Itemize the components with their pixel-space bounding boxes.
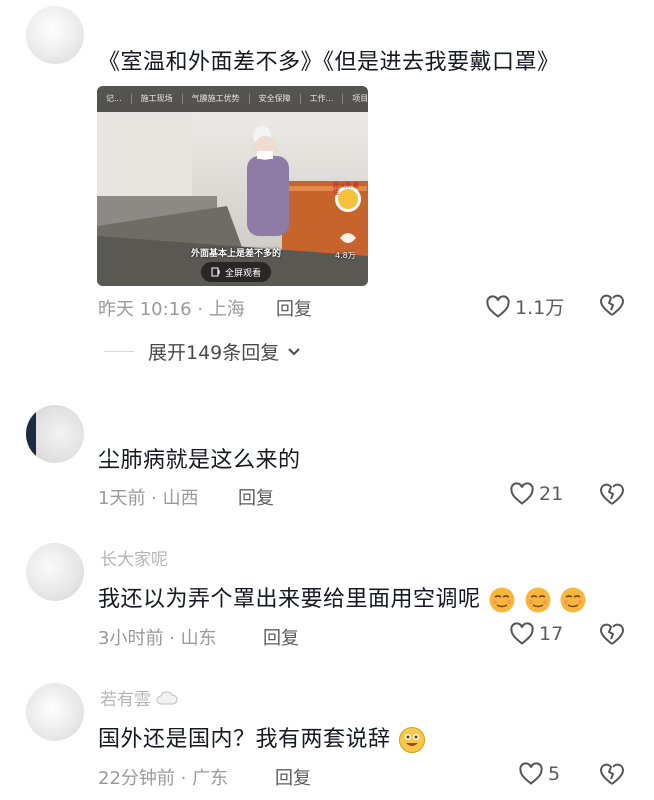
avatar[interactable]: [26, 405, 84, 463]
broken-heart-icon[interactable]: [598, 292, 626, 318]
like-count: 17: [539, 623, 564, 645]
reply-button[interactable]: 回复: [238, 484, 274, 510]
reply-button[interactable]: 回复: [275, 764, 311, 790]
comment-text-body: 我还以为弄个罩出来要给里面用空调呢: [98, 587, 481, 612]
smile-emoji-icon: [399, 727, 426, 753]
broken-heart-icon[interactable]: [598, 481, 626, 507]
like-count: 21: [539, 483, 564, 505]
video-tab[interactable]: 项目进展: [343, 94, 368, 104]
comment-meta: 3小时前 · 山东: [98, 628, 217, 649]
avatar[interactable]: [26, 6, 84, 64]
video-tab-bar: 记... 施工现场 气膜施工优势 安全保障 工作... 项目进展: [97, 86, 368, 112]
broken-heart-icon[interactable]: [598, 761, 626, 787]
cloud-emoji-icon: [156, 690, 178, 704]
heart-icon: [510, 622, 534, 645]
fullscreen-icon: [211, 267, 220, 277]
like-count: 1.1万: [515, 297, 565, 319]
divider: [104, 351, 134, 352]
video-like-count: 4.8万: [335, 251, 356, 260]
reply-button[interactable]: 回复: [263, 624, 299, 650]
comment-text: 《室温和外面差不多》《但是进去我要戴口罩》: [98, 50, 560, 75]
comment-meta: 22分钟前 · 广东: [98, 768, 229, 789]
avatar-dark-edge: [26, 405, 36, 463]
username[interactable]: 长大家呢: [100, 545, 168, 570]
like-button[interactable]: 5: [518, 762, 560, 786]
video-tab[interactable]: 工作...: [301, 94, 344, 104]
heart-icon: [510, 482, 534, 505]
video-tab[interactable]: 安全保障: [250, 94, 301, 104]
fullscreen-label: 全屏观看: [225, 268, 262, 279]
comment-text: 我还以为弄个罩出来要给里面用空调呢: [98, 581, 587, 614]
heart-icon: [486, 294, 510, 318]
comment-text-body: 国外还是国内？我有两套说辞: [98, 727, 391, 752]
broken-heart-icon[interactable]: [598, 621, 626, 647]
smirk-emoji-icon: [560, 587, 586, 613]
video-tab[interactable]: 施工现场: [132, 94, 183, 104]
video-thumbnail[interactable]: 记... 施工现场 气膜施工优势 安全保障 工作... 项目进展 超火热 最佳 …: [97, 86, 368, 286]
comment-meta: 昨天 10:16 · 上海: [98, 299, 245, 320]
smirk-emoji-icon: [525, 587, 551, 613]
comment-text: 国外还是国内？我有两套说辞: [98, 721, 426, 754]
like-button[interactable]: 21: [509, 482, 563, 506]
expand-label: 展开149条回复: [148, 342, 280, 364]
comment-text: 尘肺病就是这么来的: [98, 448, 301, 473]
reply-button[interactable]: 回复: [276, 295, 312, 321]
video-tab[interactable]: 记...: [97, 94, 132, 104]
comment-meta: 1天前 · 山西: [98, 488, 199, 509]
like-count: 5: [548, 763, 561, 785]
fullscreen-button[interactable]: 全屏观看: [201, 262, 272, 282]
chevron-down-icon: [288, 347, 300, 355]
avatar[interactable]: [26, 543, 84, 601]
like-button[interactable]: 17: [509, 622, 563, 646]
smirk-emoji-icon: [489, 587, 515, 613]
heart-icon: [519, 762, 543, 785]
username[interactable]: 若有雲: [100, 685, 179, 710]
avatar[interactable]: [26, 683, 84, 741]
username-text: 若有雲: [100, 690, 151, 710]
video-subtitle: 外面基本上是差不多的: [191, 249, 282, 259]
video-tag: 超火热 最佳: [333, 182, 360, 196]
expand-replies-button[interactable]: 展开149条回复: [104, 338, 301, 365]
like-button[interactable]: 1.1万: [485, 293, 564, 320]
video-tab[interactable]: 气膜施工优势: [183, 94, 250, 104]
